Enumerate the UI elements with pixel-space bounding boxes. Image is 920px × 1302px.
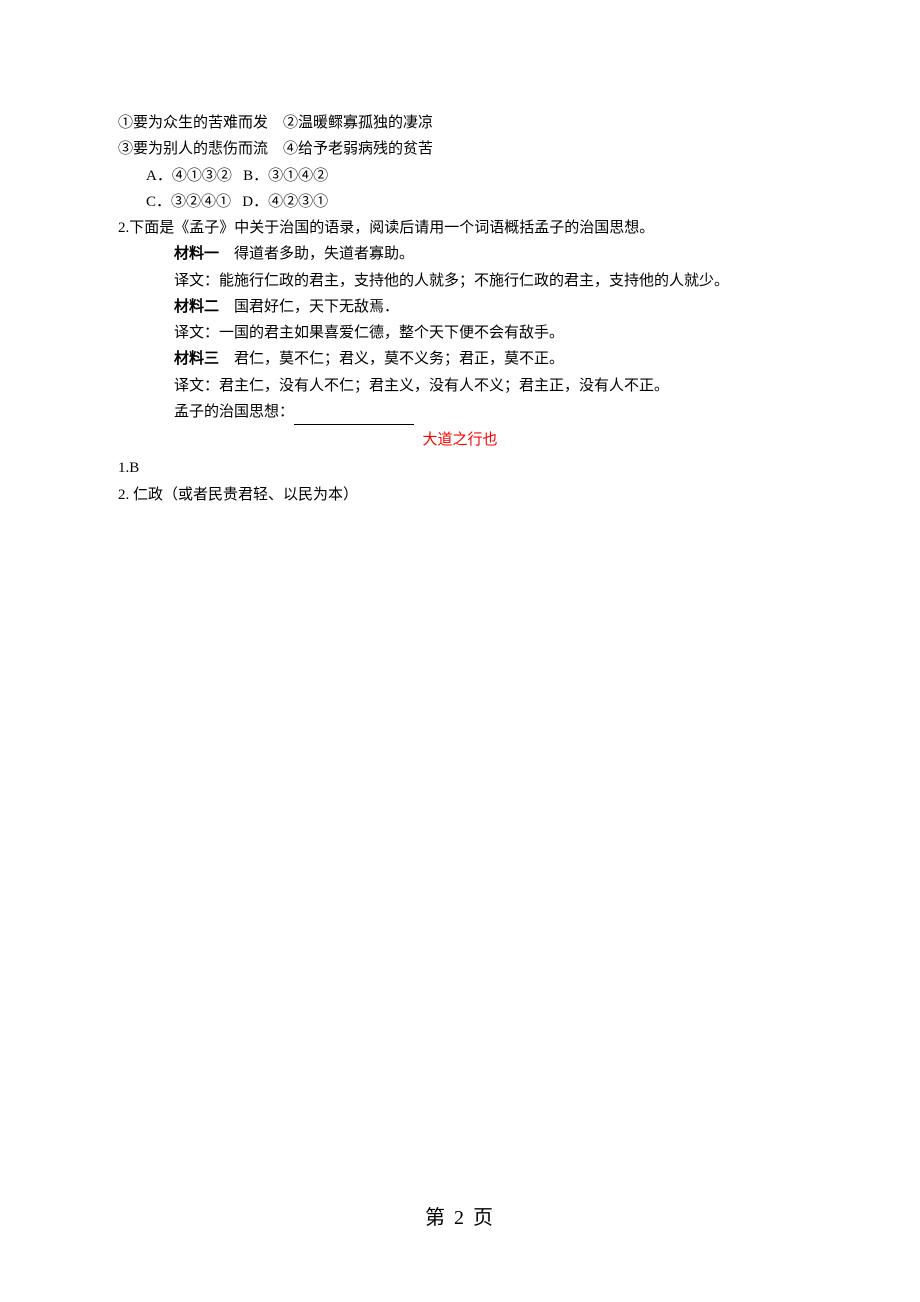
material-1: 材料一 得道者多助，失道者寡助。 — [118, 241, 802, 267]
q2-prompt: 2.下面是《孟子》中关于治国的语录，阅读后请用一个词语概括孟子的治国思想。 — [118, 215, 802, 241]
material-3-text: 君仁，莫不仁；君义，莫不义务；君正，莫不正。 — [219, 351, 564, 367]
option-d-text: ④②③① — [268, 194, 328, 210]
material-3-translation: 译文：君主仁，没有人不仁；君主义，没有人不义；君主正，没有人不正。 — [118, 373, 802, 399]
material-2-text: 国君好仁，天下无敌焉． — [219, 299, 399, 315]
material-2-label: 材料二 — [174, 298, 219, 315]
material-1-label: 材料一 — [174, 245, 219, 262]
option-b-label: B． — [243, 168, 268, 184]
option-d: D．④②③① — [242, 194, 328, 210]
q1-item-line1: ①要为众生的苦难而发 ②温暖鳏寡孤独的凄凉 — [118, 110, 802, 136]
option-c-text: ③②④① — [171, 194, 231, 210]
option-b: B．③①④② — [243, 168, 328, 184]
option-c-label: C． — [146, 194, 171, 210]
material-1-text: 得道者多助，失道者寡助。 — [219, 246, 414, 262]
q2-conclusion: 孟子的治国思想： — [118, 399, 802, 425]
option-b-text: ③①④② — [268, 168, 328, 184]
option-a-label: A． — [146, 168, 172, 184]
answer-1: 1.B — [118, 455, 802, 481]
q1-item-line2: ③要为别人的悲伤而流 ④给予老弱病残的贫苦 — [118, 136, 802, 162]
answer-section: 1.B 2. 仁政（或者民贵君轻、以民为本） — [118, 455, 802, 508]
option-a: A．④①③② — [146, 168, 232, 184]
q1-options-row2: C．③②④① D．④②③① — [118, 189, 802, 215]
document-content: ①要为众生的苦难而发 ②温暖鳏寡孤独的凄凉 ③要为别人的悲伤而流 ④给予老弱病残… — [0, 0, 920, 508]
q1-options-row1: A．④①③② B．③①④② — [118, 163, 802, 189]
answer-2: 2. 仁政（或者民贵君轻、以民为本） — [118, 482, 802, 508]
material-3: 材料三 君仁，莫不仁；君义，莫不义务；君正，莫不正。 — [118, 346, 802, 372]
material-1-translation: 译文：能施行仁政的君主，支持他的人就多；不施行仁政的君主，支持他的人就少。 — [118, 268, 802, 294]
material-3-label: 材料三 — [174, 350, 219, 367]
option-d-label: D． — [242, 194, 268, 210]
option-a-text: ④①③② — [172, 168, 232, 184]
option-c: C．③②④① — [146, 194, 231, 210]
answer-section-title: 大道之行也 — [118, 427, 802, 453]
page-number: 第 2 页 — [0, 1201, 920, 1230]
material-2: 材料二 国君好仁，天下无敌焉． — [118, 294, 802, 320]
material-2-translation: 译文：一国的君主如果喜爱仁德，整个天下便不会有敌手。 — [118, 320, 802, 346]
fill-blank — [294, 407, 414, 425]
q2-conclusion-text: 孟子的治国思想： — [174, 404, 294, 420]
